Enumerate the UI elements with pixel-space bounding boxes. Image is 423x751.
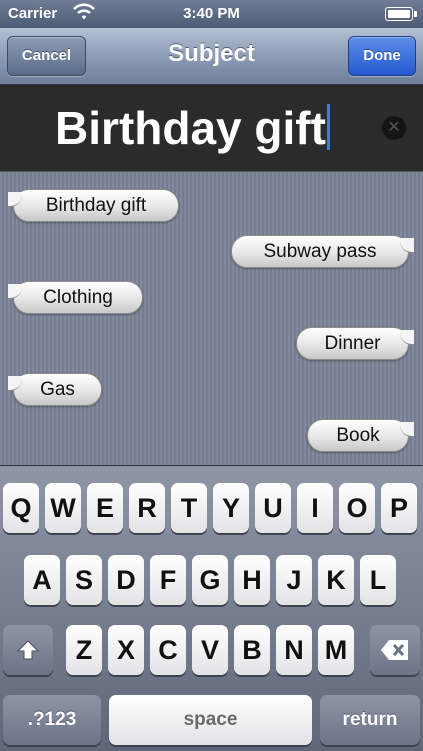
numbers-key[interactable]: .?123 (3, 695, 101, 745)
key-c[interactable]: C (150, 625, 186, 675)
subject-field[interactable]: Birthday gift ✕ (0, 85, 423, 171)
status-bar: Carrier 3:40 PM (0, 0, 423, 28)
backspace-icon (380, 639, 410, 660)
key-w[interactable]: W (45, 483, 81, 533)
key-f[interactable]: F (150, 555, 186, 605)
key-q[interactable]: Q (3, 483, 39, 533)
shift-key[interactable] (3, 625, 53, 675)
key-n[interactable]: N (276, 625, 312, 675)
navigation-bar: Cancel Subject Done (0, 28, 423, 85)
key-d[interactable]: D (108, 555, 144, 605)
key-t[interactable]: T (171, 483, 207, 533)
key-x[interactable]: X (108, 625, 144, 675)
key-u[interactable]: U (255, 483, 291, 533)
suggestion-item[interactable]: Clothing (8, 281, 143, 314)
key-p[interactable]: P (381, 483, 417, 533)
key-i[interactable]: I (297, 483, 333, 533)
key-m[interactable]: M (318, 625, 354, 675)
key-k[interactable]: K (318, 555, 354, 605)
keyboard: Q W E R T Y U I O P A S D F G H J K L Z … (0, 465, 423, 751)
key-j[interactable]: J (276, 555, 312, 605)
key-r[interactable]: R (129, 483, 165, 533)
done-button[interactable]: Done (348, 36, 416, 76)
battery-icon (385, 7, 417, 21)
suggestion-item[interactable]: Subway pass (231, 235, 414, 268)
key-e[interactable]: E (87, 483, 123, 533)
key-v[interactable]: V (192, 625, 228, 675)
subject-input-value[interactable]: Birthday gift (55, 102, 326, 154)
status-time: 3:40 PM (183, 5, 240, 22)
clear-text-icon[interactable]: ✕ (382, 116, 406, 140)
subject-input-container[interactable]: Birthday gift (0, 101, 385, 155)
space-key[interactable]: space (109, 695, 312, 745)
suggestion-item[interactable]: Gas (8, 373, 102, 406)
delete-key[interactable] (370, 625, 420, 675)
key-a[interactable]: A (24, 555, 60, 605)
return-key[interactable]: return (320, 695, 420, 745)
key-g[interactable]: G (192, 555, 228, 605)
suggestion-item[interactable]: Birthday gift (8, 189, 179, 222)
key-b[interactable]: B (234, 625, 270, 675)
key-o[interactable]: O (339, 483, 375, 533)
key-s[interactable]: S (66, 555, 102, 605)
suggestion-item[interactable]: Dinner (296, 327, 414, 360)
key-l[interactable]: L (360, 555, 396, 605)
shift-icon (16, 639, 40, 660)
text-cursor (326, 104, 330, 150)
suggestion-item[interactable]: Book (307, 419, 414, 452)
key-h[interactable]: H (234, 555, 270, 605)
key-y[interactable]: Y (213, 483, 249, 533)
key-z[interactable]: Z (66, 625, 102, 675)
suggestions-list: Birthday gift Subway pass Clothing Dinne… (0, 171, 423, 466)
